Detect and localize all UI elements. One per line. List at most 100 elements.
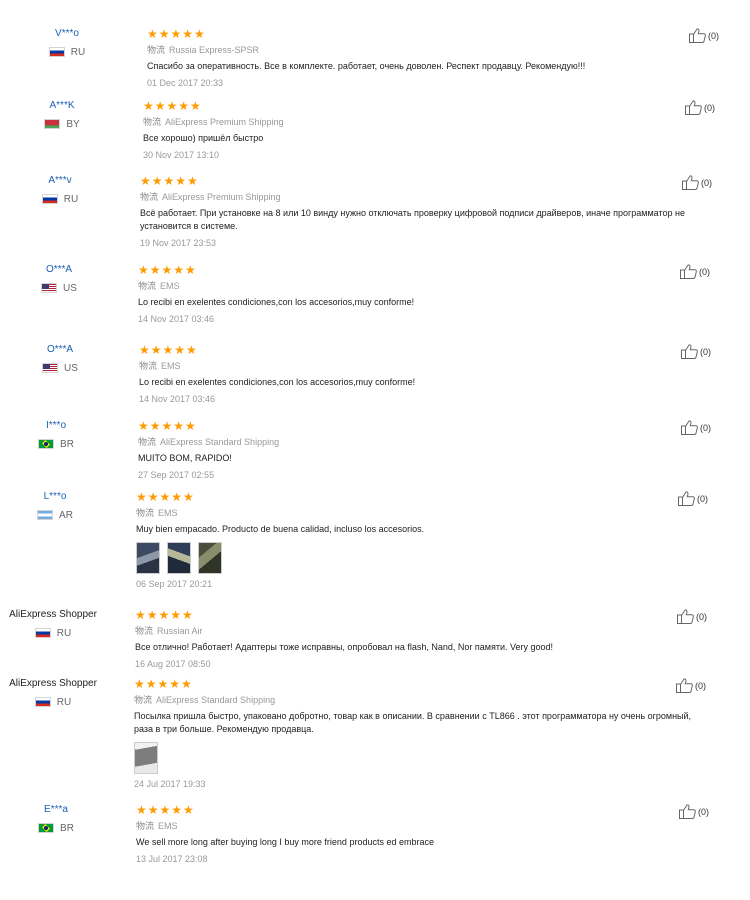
reviewer-name[interactable]: O***A xyxy=(0,344,125,356)
helpful-count: (0) xyxy=(695,680,706,691)
helpful-button[interactable]: (0) xyxy=(677,609,707,624)
flag-icon xyxy=(44,119,61,129)
shipping-name: AliExpress Premium Shipping xyxy=(165,117,284,127)
reviewer-info: L***o AR xyxy=(0,491,120,521)
star-rating: ★★★★★ xyxy=(143,99,202,113)
thumbs-up-icon xyxy=(682,175,699,190)
reviewer-info: I***o BR xyxy=(0,420,121,450)
reviewer-name[interactable]: AliExpress Shopper xyxy=(0,678,118,690)
shipping-name: EMS xyxy=(160,281,180,291)
reviewer-country: RU xyxy=(0,696,118,708)
review-text: Lo recibi en exelentes condiciones,con l… xyxy=(138,297,415,307)
shipping-name: EMS xyxy=(158,821,178,831)
flag-icon xyxy=(48,47,65,57)
star-rating: ★★★★★ xyxy=(135,608,194,622)
helpful-button[interactable]: (0) xyxy=(680,264,710,279)
star-rating: ★★★★★ xyxy=(147,27,206,41)
helpful-count: (0) xyxy=(704,102,715,113)
country-code: BY xyxy=(66,118,80,130)
shipping-label: 物流 xyxy=(136,508,155,518)
thumbs-up-icon xyxy=(676,678,693,693)
shipping-name: Russia Express-SPSR xyxy=(169,45,260,55)
shipping-label: 物流 xyxy=(138,281,157,291)
thumbs-up-icon xyxy=(681,344,698,359)
helpful-button[interactable]: (0) xyxy=(685,100,715,115)
shipping-method: 物流 EMS xyxy=(136,820,712,832)
star-rating: ★★★★★ xyxy=(138,419,197,433)
review-body: ★★★★★ 物流 EMS Muy bien empacado. Producto … xyxy=(136,491,712,590)
review-text: MUITO BOM, RAPIDO! xyxy=(138,453,232,463)
thumbs-up-icon xyxy=(689,28,706,43)
reviewer-info: AliExpress Shopper RU xyxy=(0,609,118,639)
country-code: BR xyxy=(60,438,74,450)
reviewer-name[interactable]: L***o xyxy=(0,491,120,503)
star-rating: ★★★★★ xyxy=(134,677,193,691)
reviewer-name[interactable]: AliExpress Shopper xyxy=(0,609,118,621)
review-text: Все хорошо) пришёл быстро xyxy=(143,133,264,143)
flag-icon xyxy=(37,510,54,520)
shipping-method: 物流 AliExpress Standard Shipping xyxy=(138,436,714,448)
country-code: RU xyxy=(56,627,72,639)
helpful-button[interactable]: (0) xyxy=(682,175,712,190)
reviewer-info: V***o RU xyxy=(2,28,132,58)
thumbs-up-icon xyxy=(677,609,694,624)
reviewer-info: E***a BR xyxy=(0,804,121,834)
helpful-button[interactable]: (0) xyxy=(681,344,711,359)
helpful-count: (0) xyxy=(697,493,708,504)
flag-icon xyxy=(38,439,55,449)
helpful-button[interactable]: (0) xyxy=(676,678,706,693)
thumbs-up-icon xyxy=(678,491,695,506)
reviewer-name[interactable]: I***o xyxy=(0,420,121,432)
reviewer-country: US xyxy=(0,282,124,294)
reviewer-country: AR xyxy=(0,509,120,521)
review-body: ★★★★★ 物流 EMS Lo recibi en exelentes condi… xyxy=(138,264,714,325)
reviewer-name[interactable]: O***A xyxy=(0,264,124,276)
star-rating: ★★★★★ xyxy=(136,803,195,817)
helpful-count: (0) xyxy=(699,266,710,277)
flag-icon xyxy=(34,697,51,707)
review-text: Посылка пришла быстро, упаковано добротн… xyxy=(134,711,692,734)
review-date: 19 Nov 2017 23:53 xyxy=(140,238,217,248)
review-photo-thumbnail[interactable] xyxy=(167,542,191,574)
review-body: ★★★★★ 物流 AliExpress Premium Shipping Все … xyxy=(143,100,719,161)
helpful-button[interactable]: (0) xyxy=(689,28,719,43)
helpful-count: (0) xyxy=(698,806,709,817)
shipping-name: EMS xyxy=(158,508,178,518)
shipping-label: 物流 xyxy=(139,361,158,371)
review-text: Muy bien empacado. Producto de buena cal… xyxy=(136,524,425,534)
reviewer-country: RU xyxy=(2,46,132,58)
reviewer-name[interactable]: A***v xyxy=(0,175,125,187)
helpful-button[interactable]: (0) xyxy=(678,491,708,506)
shipping-label: 物流 xyxy=(136,821,155,831)
review-date: 16 Aug 2017 08:50 xyxy=(135,659,211,669)
country-code: RU xyxy=(70,46,86,58)
review-photo-thumbnail[interactable] xyxy=(134,742,158,774)
reviewer-info: AliExpress Shopper RU xyxy=(0,678,118,708)
reviewer-name[interactable]: A***K xyxy=(0,100,127,112)
review-photo-thumbnail[interactable] xyxy=(136,542,160,574)
review-date: 27 Sep 2017 02:55 xyxy=(138,470,215,480)
review-photo-thumbnail[interactable] xyxy=(198,542,222,574)
shipping-label: 物流 xyxy=(147,45,166,55)
reviewer-country: BR xyxy=(0,822,121,834)
reviewer-country: US xyxy=(0,362,125,374)
thumbs-up-icon xyxy=(679,804,696,819)
thumbs-up-icon xyxy=(681,420,698,435)
reviewer-name[interactable]: E***a xyxy=(0,804,121,816)
review-text: Lo recibi en exelentes condiciones,con l… xyxy=(139,377,416,387)
review-date: 24 Jul 2017 19:33 xyxy=(134,779,206,789)
review-body: ★★★★★ 物流 EMS We sell more long after buyi… xyxy=(136,804,712,865)
shipping-method: 物流 Russia Express-SPSR xyxy=(147,44,723,56)
shipping-label: 物流 xyxy=(138,437,157,447)
review-body: ★★★★★ 物流 Russia Express-SPSR Спасибо за о… xyxy=(147,28,723,89)
helpful-button[interactable]: (0) xyxy=(681,420,711,435)
helpful-button[interactable]: (0) xyxy=(679,804,709,819)
review-text: Все отлично! Работает! Адаптеры тоже исп… xyxy=(135,642,554,652)
star-rating: ★★★★★ xyxy=(136,490,195,504)
shipping-label: 物流 xyxy=(140,192,159,202)
shipping-name: EMS xyxy=(161,361,181,371)
reviewer-name[interactable]: V***o xyxy=(2,28,132,40)
review-text: Спасибо за оперативность. Все в комплект… xyxy=(147,61,586,71)
reviewer-country: BY xyxy=(0,118,127,130)
thumbs-up-icon xyxy=(685,100,702,115)
